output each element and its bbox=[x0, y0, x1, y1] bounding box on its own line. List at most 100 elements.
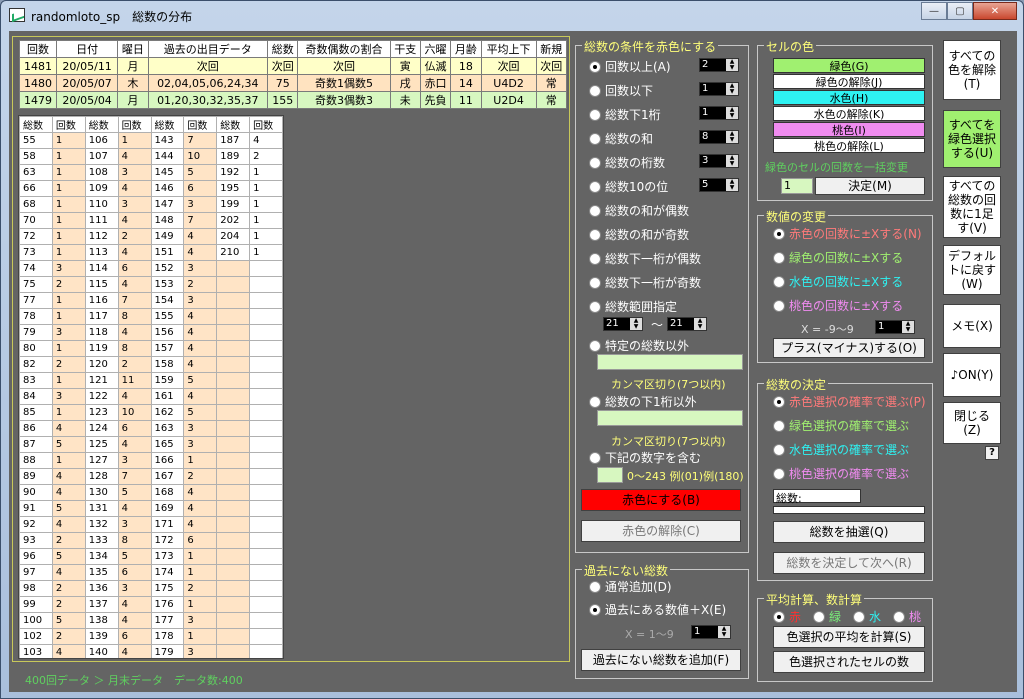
grid-row[interactable]: 91 5 131 4 169 4 bbox=[19, 500, 283, 517]
spin-arrows-icon[interactable]: ▲ ▼ bbox=[718, 626, 730, 638]
grid-count-cell[interactable]: 4 bbox=[183, 516, 218, 533]
grid-total-cell[interactable]: 146 bbox=[150, 180, 185, 197]
grid-count-cell[interactable]: 5 bbox=[51, 436, 86, 453]
grid-count-cell[interactable]: 1 bbox=[51, 228, 86, 245]
grid-row[interactable]: 98 2 136 3 175 2 bbox=[19, 580, 283, 597]
decide-option-3[interactable]: 桃色選択の確率で選ぶ bbox=[773, 465, 909, 482]
grid-row[interactable]: 70 1 111 4 148 7 202 1 bbox=[19, 212, 283, 229]
grid-total-cell[interactable]: 199 bbox=[216, 196, 251, 213]
sound-button[interactable]: ♪ON(Y) bbox=[943, 353, 1001, 397]
grid-row[interactable]: 63 1 108 3 145 5 192 1 bbox=[19, 164, 283, 181]
grid-count-cell[interactable]: 1 bbox=[51, 452, 86, 469]
grid-total-cell[interactable]: 115 bbox=[84, 276, 119, 293]
grid-count-cell[interactable]: 4 bbox=[51, 516, 86, 533]
grid-total-cell[interactable]: 166 bbox=[150, 452, 185, 469]
grid-count-cell[interactable]: 2 bbox=[183, 580, 218, 597]
radio-icon[interactable] bbox=[773, 251, 785, 264]
all-green-button[interactable]: すべてを緑色選択する(U) bbox=[943, 110, 1001, 168]
grid-count-cell[interactable]: 2 bbox=[51, 580, 86, 597]
grid-total-cell[interactable]: 119 bbox=[84, 340, 119, 357]
grid-total-cell[interactable]: 70 bbox=[19, 212, 53, 229]
grid-total-cell[interactable]: 189 bbox=[216, 148, 251, 165]
radio-icon[interactable] bbox=[589, 339, 601, 352]
grid-total-cell[interactable]: 84 bbox=[19, 388, 53, 405]
grid-total-cell[interactable]: 93 bbox=[19, 532, 53, 549]
red-spin-2[interactable]: 1 ▲ ▼ bbox=[699, 106, 739, 120]
grid-total-cell[interactable]: 144 bbox=[150, 148, 185, 165]
radio-icon[interactable] bbox=[773, 467, 785, 480]
grid-count-cell[interactable]: 2 bbox=[183, 468, 218, 485]
grid-total-cell[interactable]: 78 bbox=[19, 308, 53, 325]
grid-count-cell[interactable]: 1 bbox=[249, 228, 283, 245]
grid-count-cell[interactable]: 6 bbox=[117, 260, 152, 277]
grid-count-cell[interactable]: 2 bbox=[51, 628, 86, 645]
grid-total-cell[interactable]: 123 bbox=[84, 404, 119, 421]
grid-row[interactable]: 80 1 119 8 157 4 bbox=[19, 340, 283, 357]
grid-total-cell[interactable]: 55 bbox=[19, 132, 53, 149]
red-spin-1[interactable]: 1 ▲ ▼ bbox=[699, 82, 739, 96]
grid-row[interactable]: 83 1 121 11 159 5 bbox=[19, 372, 283, 389]
grid-count-cell[interactable]: 3 bbox=[51, 388, 86, 405]
grid-count-cell[interactable]: 1 bbox=[51, 340, 86, 357]
exclude-total-input[interactable] bbox=[597, 354, 743, 370]
close-button[interactable]: 閉じる(Z) bbox=[943, 402, 1001, 444]
grid-total-cell[interactable]: 109 bbox=[84, 180, 119, 197]
radio-icon[interactable] bbox=[589, 451, 601, 464]
clear-all-colors-button[interactable]: すべての色を解除(T) bbox=[943, 40, 1001, 100]
grid-count-cell[interactable]: 4 bbox=[183, 340, 218, 357]
spin-arrows-icon[interactable]: ▲ ▼ bbox=[726, 107, 738, 119]
grid-total-cell[interactable]: 90 bbox=[19, 484, 53, 501]
avg-option-0[interactable]: 赤 bbox=[773, 608, 801, 625]
grid-count-cell[interactable]: 4 bbox=[117, 612, 152, 629]
avg-option-2[interactable]: 水 bbox=[853, 608, 881, 625]
grid-total-cell[interactable]: 158 bbox=[150, 356, 185, 373]
grid-row[interactable]: 92 4 132 3 171 4 bbox=[19, 516, 283, 533]
grid-total-cell[interactable]: 103 bbox=[19, 644, 53, 658]
grid-total-cell[interactable]: 85 bbox=[19, 404, 53, 421]
spin-arrows-icon[interactable]: ▲ ▼ bbox=[726, 179, 738, 191]
grid-total-cell[interactable]: 100 bbox=[19, 612, 53, 629]
grid-count-cell[interactable]: 4 bbox=[117, 148, 152, 165]
grid-total-cell[interactable]: 163 bbox=[150, 420, 185, 437]
range-from-spin[interactable]: 21 ▲ ▼ bbox=[603, 317, 643, 331]
grid-count-cell[interactable]: 5 bbox=[51, 500, 86, 517]
grid-total-cell[interactable]: 175 bbox=[150, 580, 185, 597]
grid-total-cell[interactable]: 75 bbox=[19, 276, 53, 293]
maximize-icon[interactable]: ▢ bbox=[947, 2, 973, 20]
contains-input[interactable] bbox=[597, 467, 623, 483]
grid-count-cell[interactable]: 3 bbox=[183, 196, 218, 213]
grid-total-cell[interactable]: 187 bbox=[216, 132, 251, 149]
grid-count-cell[interactable]: 6 bbox=[117, 420, 152, 437]
grid-count-cell[interactable]: 3 bbox=[117, 196, 152, 213]
radio-icon[interactable] bbox=[589, 108, 601, 121]
grid-count-cell[interactable]: 1 bbox=[51, 244, 86, 261]
radio-icon[interactable] bbox=[773, 610, 785, 623]
radio-icon[interactable] bbox=[589, 300, 601, 313]
grid-total-cell[interactable]: 156 bbox=[150, 324, 185, 341]
grid-count-cell[interactable]: 4 bbox=[117, 644, 152, 658]
cyan-button[interactable]: 水色(H) bbox=[773, 90, 925, 105]
grid-row[interactable]: 103 4 140 4 179 3 bbox=[19, 644, 283, 658]
grid-total-cell[interactable]: 145 bbox=[150, 164, 185, 181]
grid-count-cell[interactable]: 3 bbox=[183, 420, 218, 437]
contains-radio[interactable]: 下記の数字を含む bbox=[589, 449, 701, 466]
grid-total-cell[interactable]: 92 bbox=[19, 516, 53, 533]
red-option-8[interactable]: 総数下一桁が偶数 bbox=[589, 250, 701, 267]
grid-total-cell[interactable]: 113 bbox=[84, 244, 119, 261]
radio-icon[interactable] bbox=[589, 228, 601, 241]
grid-count-cell[interactable]: 7 bbox=[183, 132, 218, 149]
grid-total-cell[interactable]: 132 bbox=[84, 516, 119, 533]
grid-row[interactable]: 74 3 114 6 152 3 bbox=[19, 260, 283, 277]
grid-total-cell[interactable]: 63 bbox=[19, 164, 53, 181]
grid-count-cell[interactable]: 1 bbox=[51, 132, 86, 149]
red-spin-5[interactable]: 5 ▲ ▼ bbox=[699, 178, 739, 192]
spin-arrows-icon[interactable]: ▲ ▼ bbox=[630, 318, 642, 330]
grid-count-cell[interactable]: 1 bbox=[117, 132, 152, 149]
grid-count-cell[interactable]: 4 bbox=[183, 388, 218, 405]
grid-total-cell[interactable]: 135 bbox=[84, 564, 119, 581]
grid-total-cell[interactable]: 72 bbox=[19, 228, 53, 245]
radio-icon[interactable] bbox=[813, 610, 825, 623]
grid-count-cell[interactable]: 4 bbox=[117, 436, 152, 453]
grid-total-cell[interactable]: 89 bbox=[19, 468, 53, 485]
grid-row[interactable]: 66 1 109 4 146 6 195 1 bbox=[19, 180, 283, 197]
